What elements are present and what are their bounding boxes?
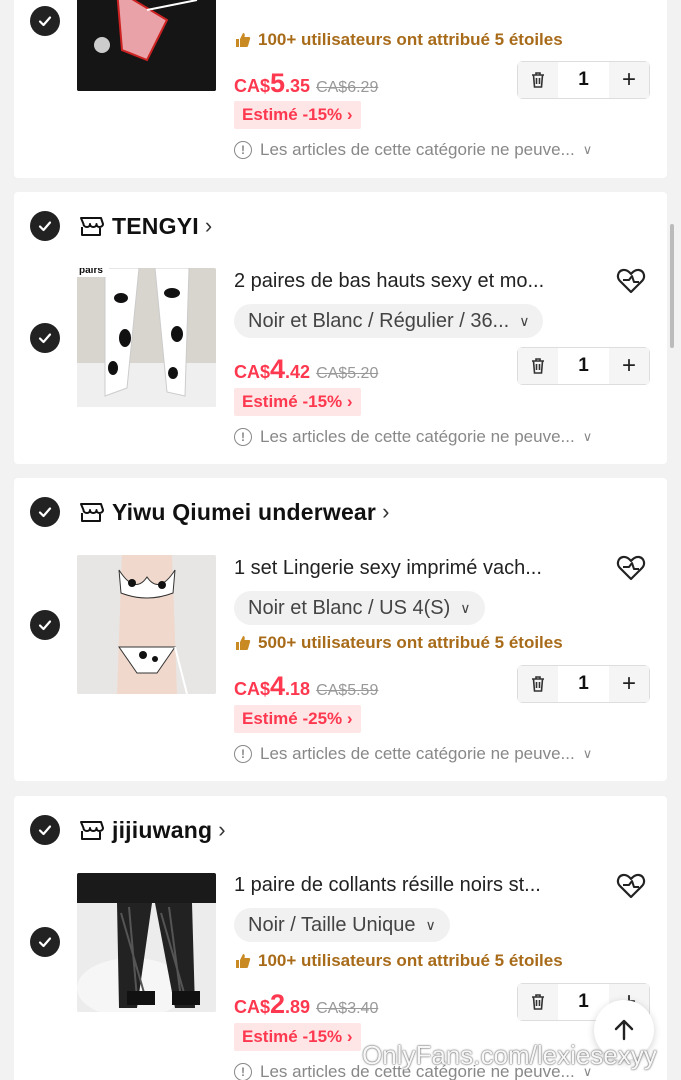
chevron-down-icon: ∨ <box>425 916 436 933</box>
chevron-right-icon: › <box>204 213 213 238</box>
product-title[interactable]: 1 set Lingerie sexy imprimé vach... <box>234 557 594 580</box>
rating-text: 100+ utilisateurs ont attribué 5 étoiles <box>234 30 563 50</box>
cart-card-3: Yiwu Qiumei underwear › 1 set Lingerie s… <box>14 478 667 781</box>
chevron-right-icon: › <box>382 499 390 524</box>
chevron-down-icon: ∨ <box>460 599 471 616</box>
cart-card-4: jijiuwang › 1 paire de collants résille … <box>14 796 667 1080</box>
quantity-stepper[interactable]: 1 + <box>517 665 650 703</box>
quantity-value[interactable]: 1 <box>558 673 609 695</box>
chevron-down-icon: ∨ <box>582 746 593 761</box>
rating-text: 100+ utilisateurs ont attribué 5 étoiles <box>234 951 563 971</box>
store-checkbox[interactable] <box>30 211 60 241</box>
store-name[interactable]: TENGYI <box>112 213 199 240</box>
chevron-down-icon: ∨ <box>582 429 593 444</box>
discount-badge[interactable]: Estimé -15% › <box>234 1023 361 1051</box>
wishlist-heart-icon[interactable] <box>614 869 648 903</box>
info-icon: ! <box>234 428 252 446</box>
cart-card-2: TENGYI › pairs 2 paires de bas hauts sex… <box>14 192 667 464</box>
trash-icon <box>532 358 544 374</box>
category-note[interactable]: ! Les articles de cette catégorie ne peu… <box>234 427 592 447</box>
store-name[interactable]: Yiwu Qiumei underwear <box>112 499 376 526</box>
delete-button[interactable] <box>518 984 558 1020</box>
discount-badge[interactable]: Estimé -15% › <box>234 388 361 416</box>
discount-badge[interactable]: Estimé -25% › <box>234 705 361 733</box>
variant-selector[interactable]: Noir / Taille Unique ∨ <box>234 908 450 942</box>
old-price: CA$5.59 <box>316 682 379 699</box>
thumb-label: pairs <box>79 268 103 276</box>
old-price: CA$3.40 <box>316 1000 379 1017</box>
price: CA$ 5.35 CA$6.29 <box>234 68 379 98</box>
quantity-value[interactable]: 1 <box>558 355 609 377</box>
item-checkbox[interactable] <box>30 610 60 640</box>
delete-button[interactable] <box>518 62 558 98</box>
thumbs-up-icon <box>236 636 251 650</box>
wishlist-heart-icon[interactable] <box>614 264 648 298</box>
delete-button[interactable] <box>518 666 558 702</box>
quantity-value[interactable]: 1 <box>558 69 609 91</box>
cart-card-1: 100+ utilisateurs ont attribué 5 étoiles… <box>14 0 667 178</box>
trash-icon <box>532 676 544 692</box>
rating-text: 500+ utilisateurs ont attribué 5 étoiles <box>234 633 563 653</box>
variant-selector[interactable]: Noir et Blanc / US 4(S) ∨ <box>234 591 485 625</box>
product-title[interactable]: 2 paires de bas hauts sexy et mo... <box>234 270 594 293</box>
store-header[interactable]: Yiwu Qiumei underwear › <box>30 496 389 528</box>
product-thumbnail[interactable] <box>77 0 216 91</box>
store-icon <box>78 214 104 238</box>
trash-icon <box>532 72 544 88</box>
store-header[interactable]: TENGYI › <box>30 210 212 242</box>
product-thumbnail[interactable]: pairs <box>77 268 216 407</box>
category-note[interactable]: ! Les articles de cette catégorie ne peu… <box>234 744 592 764</box>
price: CA$ 2.89 CA$3.40 <box>234 989 379 1019</box>
price: CA$ 4.42 CA$5.20 <box>234 354 379 384</box>
variant-selector[interactable]: Noir et Blanc / Régulier / 36... ∨ <box>234 304 544 338</box>
store-checkbox[interactable] <box>30 815 60 845</box>
item-checkbox[interactable] <box>30 6 60 36</box>
wishlist-heart-icon[interactable] <box>614 551 648 585</box>
scrollbar[interactable] <box>670 224 674 348</box>
store-name[interactable]: jijiuwang <box>112 817 212 844</box>
delete-button[interactable] <box>518 348 558 384</box>
store-icon <box>78 500 104 524</box>
thumbs-up-icon <box>236 33 251 47</box>
price: CA$ 4.18 CA$5.59 <box>234 671 379 701</box>
info-icon: ! <box>234 141 252 159</box>
product-thumbnail[interactable] <box>77 555 216 694</box>
product-title[interactable]: 1 paire de collants résille noirs st... <box>234 874 594 897</box>
old-price: CA$6.29 <box>316 79 379 96</box>
store-icon <box>78 818 104 842</box>
increase-button[interactable]: + <box>609 62 649 98</box>
info-icon: ! <box>234 1063 252 1080</box>
trash-icon <box>532 994 544 1010</box>
store-checkbox[interactable] <box>30 497 60 527</box>
quantity-stepper[interactable]: 1 + <box>517 61 650 99</box>
watermark: OnlyFans.com/lexiesexyy <box>362 1040 657 1070</box>
category-note[interactable]: ! Les articles de cette catégorie ne peu… <box>234 140 592 160</box>
product-thumbnail[interactable] <box>77 873 216 1012</box>
info-icon: ! <box>234 745 252 763</box>
chevron-down-icon: ∨ <box>519 312 530 329</box>
old-price: CA$5.20 <box>316 365 379 382</box>
store-header[interactable]: jijiuwang › <box>30 814 226 846</box>
item-checkbox[interactable] <box>30 927 60 957</box>
item-checkbox[interactable] <box>30 323 60 353</box>
increase-button[interactable]: + <box>609 666 649 702</box>
increase-button[interactable]: + <box>609 348 649 384</box>
discount-badge[interactable]: Estimé -15% › <box>234 101 361 129</box>
thumbs-up-icon <box>236 954 251 968</box>
chevron-right-icon: › <box>218 817 226 842</box>
chevron-down-icon: ∨ <box>582 142 593 157</box>
quantity-stepper[interactable]: 1 + <box>517 347 650 385</box>
